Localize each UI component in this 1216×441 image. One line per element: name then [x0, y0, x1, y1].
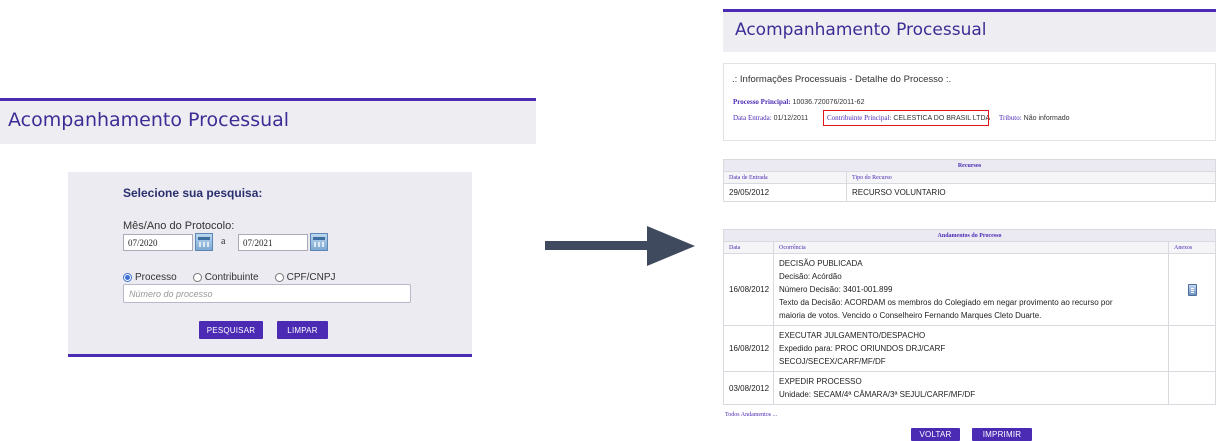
table-row: 03/08/2012 EXPEDIR PROCESSO Unidade: SEC…: [724, 372, 1215, 404]
recursos-title: Recursos: [724, 160, 1215, 172]
andamento-occurrence: DECISÃO PUBLICADA Decisão: Acórdão Númer…: [774, 254, 1169, 325]
calendar-to-icon[interactable]: [310, 233, 328, 251]
andamentos-header-row: Data Ocorrência Anexos: [724, 242, 1215, 254]
occurrence-line: SECOJ/SECEX/CARF/MF/DF: [779, 357, 886, 366]
radio-processo-label: Processo: [135, 272, 177, 283]
voltar-button[interactable]: VOLTAR: [911, 428, 960, 441]
andamento-date: 16/08/2012: [724, 326, 774, 371]
andamentos-table: Andamentos do Processo Data Ocorrência A…: [723, 229, 1216, 405]
radio-unselected-icon[interactable]: [274, 273, 284, 282]
search-form: Selecione sua pesquisa: Mês/Ano do Proto…: [68, 172, 472, 357]
radio-cpf-cnpj-label: CPF/CNPJ: [286, 272, 336, 283]
right-page-header: Acompanhamento Processual: [723, 9, 1216, 52]
calendar-from-icon[interactable]: [195, 233, 213, 251]
date-label: Mês/Ano do Protocolo:: [123, 220, 235, 232]
column-header: Data de Entrada: [724, 172, 847, 183]
andamento-occurrence: EXECUTAR JULGAMENTO/DESPACHO Expedido pa…: [774, 326, 1169, 371]
processo-value: 10036.720076/2011-62: [792, 99, 865, 106]
recursos-header-row: Data de Entrada Tipo do Recurso: [724, 172, 1215, 184]
andamento-occurrence: EXPEDIR PROCESSO Unidade: SECAM/4ª CÂMAR…: [774, 372, 1169, 404]
radio-cpf-cnpj[interactable]: CPF/CNPJ: [274, 272, 336, 283]
process-info-box: .: Informações Processuais - Detalhe do …: [723, 63, 1216, 141]
recursos-table: Recursos Data de Entrada Tipo do Recurso…: [723, 159, 1216, 202]
radio-contribuinte[interactable]: Contribuinte: [192, 272, 259, 283]
date-to-input[interactable]: 07/2021: [238, 234, 308, 251]
occurrence-line: DECISÃO PUBLICADA: [779, 259, 863, 268]
date-separator: a: [221, 236, 226, 247]
date-from-input[interactable]: 07/2020: [123, 234, 193, 251]
occurrence-line: EXECUTAR JULGAMENTO/DESPACHO: [779, 331, 926, 340]
recurso-date: 29/05/2012: [724, 184, 847, 201]
occurrence-line: EXPEDIR PROCESSO: [779, 377, 862, 386]
table-row: 29/05/2012 RECURSO VOLUNTARIO: [724, 184, 1215, 201]
radio-contribuinte-label: Contribuinte: [204, 272, 259, 283]
recurso-type: RECURSO VOLUNTARIO: [852, 188, 946, 197]
table-row: 16/08/2012 DECISÃO PUBLICADA Decisão: Ac…: [724, 254, 1215, 326]
occurrence-line: Expedido para: PROC ORIUNDOS DRJ/CARF: [779, 344, 946, 353]
column-header: Ocorrência: [774, 242, 1169, 253]
search-button[interactable]: PESQUISAR: [199, 321, 263, 339]
andamento-attachment: [1169, 254, 1215, 325]
occurrence-line: Unidade: SECAM/4ª CÂMARA/3ª SEJUL/CARF/M…: [779, 390, 976, 399]
occurrence-line: maioria de votos. Vencido o Conselheiro …: [779, 311, 1042, 320]
occurrence-line: Texto da Decisão: ACORDAM os membros do …: [779, 298, 1113, 307]
andamento-date: 03/08/2012: [724, 372, 774, 404]
arrow-shaft: [545, 241, 655, 250]
left-page-title: Acompanhamento Processual: [8, 109, 290, 131]
clear-button[interactable]: LIMPAR: [277, 321, 328, 339]
tributo-line: Tributo: Não informado: [999, 114, 1070, 122]
occurrence-line: Decisão: Acórdão: [779, 272, 842, 281]
andamento-attachment: [1169, 326, 1215, 371]
tributo-value: Não informado: [1023, 115, 1070, 122]
occurrence-line: Número Decisão: 3401-001.899: [779, 285, 893, 294]
column-header: Anexos: [1174, 245, 1193, 251]
radio-unselected-icon[interactable]: [192, 273, 202, 282]
highlight-box: [823, 110, 989, 126]
search-type-radios: Processo Contribuinte CPF/CNPJ: [123, 272, 336, 283]
tributo-label: Tributo:: [999, 114, 1022, 122]
imprimir-button[interactable]: IMPRIMIR: [972, 428, 1032, 441]
andamento-attachment: [1169, 372, 1215, 404]
column-header: Tipo do Recurso: [852, 175, 892, 181]
andamento-date: 16/08/2012: [724, 254, 774, 325]
radio-selected-icon[interactable]: [123, 273, 132, 282]
left-page-header: Acompanhamento Processual: [0, 98, 536, 144]
right-page-title: Acompanhamento Processual: [735, 20, 987, 40]
todos-andamentos-link[interactable]: Todos Andamentos ...: [725, 412, 777, 418]
attachment-document-icon[interactable]: [1187, 283, 1197, 296]
data-entrada-line: Data Entrada: 01/12/2011: [733, 114, 808, 122]
column-header: Data: [724, 242, 774, 253]
arrow-right-icon: [647, 226, 695, 266]
andamentos-title: Andamentos do Processo: [724, 230, 1215, 242]
data-entrada-value: 01/12/2011: [773, 115, 809, 122]
processo-label: Processo Principal:: [733, 98, 791, 106]
processo-principal-line: Processo Principal: 10036.720076/2011-62: [733, 98, 864, 106]
radio-processo[interactable]: Processo: [123, 272, 177, 283]
process-info-title: .: Informações Processuais - Detalhe do …: [732, 74, 952, 85]
data-entrada-label: Data Entrada:: [733, 114, 772, 122]
process-number-input[interactable]: Número do processo: [123, 284, 411, 303]
table-row: 16/08/2012 EXECUTAR JULGAMENTO/DESPACHO …: [724, 326, 1215, 372]
search-heading: Selecione sua pesquisa:: [123, 186, 263, 200]
